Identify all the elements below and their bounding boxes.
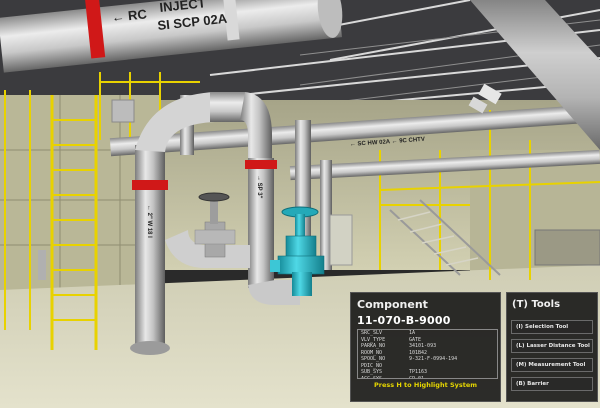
component-panel: Component 11-070-B-9000 SRC_SLV 1A VLV_TYP… bbox=[350, 292, 501, 402]
component-panel-title: Component bbox=[357, 298, 428, 311]
tool-laser-distance[interactable]: (L) Lasser Distance Tool bbox=[511, 339, 593, 353]
component-id: 11-070-B-9000 bbox=[357, 314, 451, 327]
property-row: ACC_SYS CP-01 bbox=[358, 375, 497, 379]
tool-selection[interactable]: (I) Selection Tool bbox=[511, 320, 593, 334]
tool-measurement[interactable]: (M) Measurement Tool bbox=[511, 358, 593, 372]
highlight-system-hint: Press H to Highlight System bbox=[373, 381, 478, 389]
tools-panel-title: (T) Tools bbox=[512, 299, 561, 310]
viewport-3d[interactable]: ← SC HW 02A ← 9C CHTV ← RC INJECT SI SCP… bbox=[0, 0, 600, 408]
vertical-pipe-right-label: → SP 3" bbox=[256, 175, 262, 199]
equipment-box bbox=[329, 214, 353, 266]
vertical-pipe-left-label: ← 2" W 18 I bbox=[146, 205, 152, 238]
component-properties-table[interactable]: SRC_SLV 1A VLV_TYPE GATE PARKA_NO 34101-093 RO… bbox=[357, 329, 498, 379]
tool-barrier[interactable]: (B) Barrier bbox=[511, 377, 593, 391]
tools-panel: (T) Tools (I) Selection Tool (L) Lasser … bbox=[506, 292, 598, 402]
property-value: CP-01 bbox=[409, 375, 425, 379]
property-key: ACC_SYS bbox=[361, 375, 383, 379]
